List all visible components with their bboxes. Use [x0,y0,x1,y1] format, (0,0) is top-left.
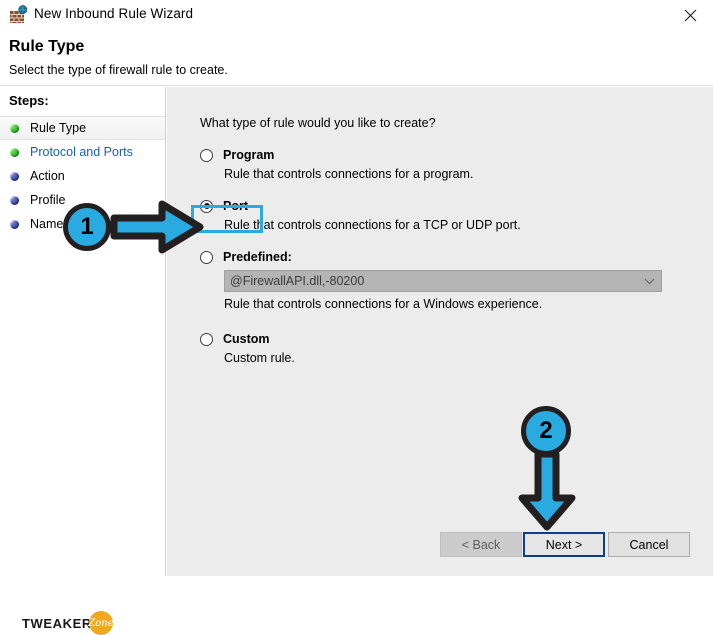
option-port-row[interactable]: Port [200,197,670,215]
sidebar-item-protocol-and-ports[interactable]: Protocol and Ports [0,140,165,164]
firewall-globe-icon [9,5,29,25]
option-predefined-label: Predefined: [223,250,292,264]
wizard-footer: < Back Next > Cancel [167,516,713,576]
radio-custom[interactable] [200,332,213,346]
back-button[interactable]: < Back [440,532,522,557]
sidebar-item-label: Rule Type [30,121,87,135]
step-bullet-icon [10,195,19,205]
steps-list: Rule Type Protocol and Ports Action Prof… [0,116,165,236]
option-custom-row[interactable]: Custom [200,330,670,348]
option-custom-label: Custom [223,332,270,346]
sidebar-item-label[interactable]: Protocol and Ports [30,145,133,159]
logo-wordmark: TWEAKER [22,615,92,631]
option-program-description: Rule that controls connections for a pro… [224,167,474,181]
steps-heading: Steps: [9,93,49,108]
question-label: What type of rule would you like to crea… [200,116,436,130]
predefined-combobox[interactable]: @FirewallAPI.dll,-80200 [224,270,662,292]
option-port[interactable]: Port Rule that controls connections for … [200,197,670,232]
sidebar-item-name[interactable]: Name [0,212,165,236]
option-predefined-description: Rule that controls connections for a Win… [224,297,543,311]
step-bullet-icon [10,171,19,181]
option-custom-description: Custom rule. [224,351,295,365]
option-program-row[interactable]: Program [200,146,670,164]
option-predefined-row[interactable]: Predefined: [200,248,670,266]
sidebar-item-label: Action [30,169,65,183]
logo-badge-text: Zone [88,617,114,629]
option-program-label: Program [223,148,275,162]
sidebar-item-action[interactable]: Action [0,164,165,188]
option-port-label: Port [223,199,248,213]
wizard-header: Rule Type Select the type of firewall ru… [0,30,713,86]
chevron-down-icon[interactable] [637,278,661,285]
step-bullet-icon [10,147,19,157]
close-icon[interactable] [667,0,713,30]
window-title: New Inbound Rule Wizard [34,6,194,21]
sidebar-item-profile[interactable]: Profile [0,188,165,212]
radio-predefined[interactable] [200,250,213,264]
step-bullet-icon [10,219,19,229]
predefined-combobox-value: @FirewallAPI.dll,-80200 [230,274,365,288]
option-program[interactable]: Program Rule that controls connections f… [200,146,670,181]
option-custom[interactable]: Custom Custom rule. [200,330,670,365]
radio-program[interactable] [200,148,213,162]
sidebar-item-label: Name [30,217,64,231]
title-bar: New Inbound Rule Wizard [0,0,713,30]
page-subtitle: Select the type of firewall rule to crea… [9,63,228,77]
logo-badge: Zone [88,611,114,635]
radio-port[interactable] [200,199,213,213]
sidebar-item-rule-type[interactable]: Rule Type [0,116,165,140]
steps-sidebar: Steps: Rule Type Protocol and Ports Acti… [0,87,166,635]
sidebar-item-label: Profile [30,193,66,207]
step-bullet-icon [10,123,19,133]
next-button[interactable]: Next > [523,532,605,557]
tweaker-zone-logo: TWEAKER Zone [22,611,114,635]
page-title: Rule Type [9,38,85,55]
option-predefined[interactable]: Predefined: @FirewallAPI.dll,-80200 Rule… [200,248,670,311]
main-panel: What type of rule would you like to crea… [167,87,713,576]
cancel-button[interactable]: Cancel [608,532,690,557]
option-port-description: Rule that controls connections for a TCP… [224,218,521,232]
